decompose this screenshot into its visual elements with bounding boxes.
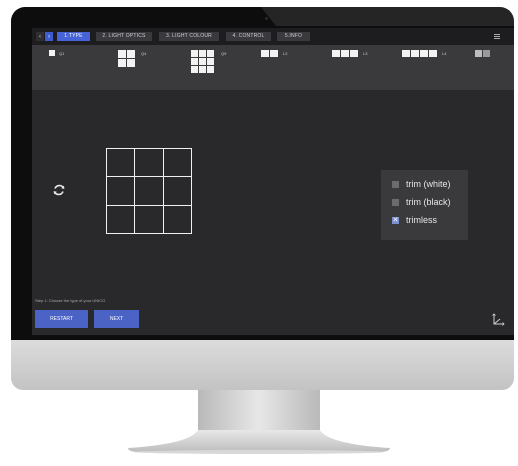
type-option-q4[interactable]: Q4	[118, 50, 153, 80]
camera-dot	[265, 17, 268, 20]
restart-button[interactable]: RESTART	[35, 310, 88, 328]
panel-square	[49, 50, 55, 56]
monitor-bezel: ‹ › 1.TYPE 2. LIGHT OPTICS 3. LIGHT COLO…	[11, 7, 514, 340]
axis-icon[interactable]	[491, 313, 505, 327]
tab-info[interactable]: 5.INFO	[277, 32, 310, 41]
trim-dropdown: trim (white) trim (black) ✕ trimless	[381, 170, 468, 240]
prev-step-button[interactable]: ‹	[36, 32, 44, 41]
tab-type[interactable]: 1.TYPE	[57, 32, 90, 41]
type-option-label: Q1	[59, 51, 65, 56]
refresh-icon[interactable]	[52, 183, 66, 197]
type-option-more[interactable]	[475, 50, 514, 70]
checkbox-trim-white[interactable]	[392, 180, 399, 188]
monitor-stand-foot	[128, 430, 390, 454]
type-option-q9[interactable]: Q9	[191, 50, 236, 85]
tab-control[interactable]: 4. CONTROL	[226, 32, 271, 41]
checkbox-trimless[interactable]: ✕	[392, 216, 399, 224]
type-option-label: Q4	[141, 51, 147, 56]
next-button[interactable]: NEXT	[94, 310, 139, 328]
chevron-right-icon: ›	[48, 33, 50, 40]
monitor-stand-neck	[198, 390, 320, 430]
type-option-l3[interactable]: L3	[332, 50, 372, 70]
step-navigation: ‹ › 1.TYPE 2. LIGHT OPTICS 3. LIGHT COLO…	[32, 28, 514, 45]
imac-monitor: ‹ › 1.TYPE 2. LIGHT OPTICS 3. LIGHT COLO…	[11, 7, 514, 390]
step-instruction: Step 1: Choose the type of your UNICO	[35, 298, 106, 303]
type-option-q1[interactable]: Q1	[49, 50, 79, 80]
type-option-l2[interactable]: L2	[261, 50, 296, 70]
monitor-chin	[11, 340, 514, 390]
tab-light-optics[interactable]: 2. LIGHT OPTICS	[96, 32, 152, 41]
hamburger-icon[interactable]	[494, 34, 500, 39]
type-option-label: L3	[363, 51, 368, 56]
checkbox-trim-black[interactable]	[392, 198, 399, 206]
trim-option-label: trimless	[406, 215, 437, 225]
type-options-bar: Q1 Q4 Q9 L2 L3 L4	[32, 45, 514, 90]
trim-option-trimless[interactable]: ✕ trimless	[392, 213, 437, 227]
chevron-left-icon: ‹	[39, 33, 41, 40]
next-step-arrow-button[interactable]: ›	[45, 32, 53, 41]
trim-option-black[interactable]: trim (black)	[392, 195, 451, 209]
grid-3x3-preview	[106, 148, 192, 234]
type-option-l4[interactable]: L4	[402, 50, 452, 70]
app-screen: ‹ › 1.TYPE 2. LIGHT OPTICS 3. LIGHT COLO…	[32, 28, 514, 335]
tab-light-colour[interactable]: 3. LIGHT COLOUR	[159, 32, 219, 41]
trim-option-white[interactable]: trim (white)	[392, 177, 451, 191]
trim-option-label: trim (black)	[406, 197, 451, 207]
type-option-label: L4	[442, 51, 447, 56]
trim-option-label: trim (white)	[406, 179, 451, 189]
type-option-label: L2	[283, 51, 288, 56]
type-option-label: Q9	[221, 51, 227, 56]
